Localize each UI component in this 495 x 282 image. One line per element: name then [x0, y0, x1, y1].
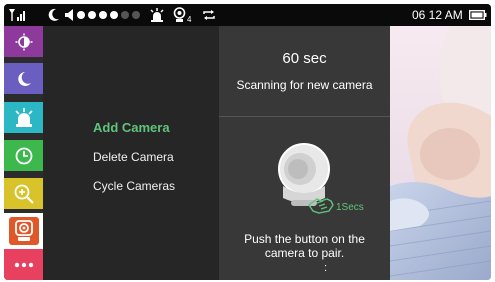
press-duration-label: 1Secs: [336, 202, 364, 213]
sidebar-item-camera[interactable]: [4, 213, 43, 249]
volume-level-dot: [132, 11, 140, 19]
alarm-icon: [149, 4, 165, 26]
pair-instruction-extra: :: [323, 262, 328, 274]
volume-icon: [65, 4, 75, 26]
sidebar-item-more[interactable]: [4, 249, 43, 280]
pair-instruction-line2: camera to pair.: [264, 246, 345, 260]
volume-level-dot: [77, 11, 85, 19]
alarm-icon: [14, 107, 33, 127]
brightness-icon: [15, 33, 32, 50]
hand-press-icon: [308, 198, 334, 214]
camera-count: 4: [187, 14, 192, 24]
more-icon: [14, 262, 33, 267]
repeat-icon: [202, 4, 216, 26]
sidebar-item-brightness[interactable]: [4, 26, 43, 57]
volume-level-dot: [88, 11, 96, 19]
camera-feed-image: [390, 26, 491, 280]
menu-item-delete-camera[interactable]: Delete Camera: [93, 150, 174, 164]
volume-level-dot: [110, 11, 118, 19]
clock-icon: [15, 147, 32, 164]
countdown-timer: 60 sec: [282, 50, 327, 67]
zoom-in-icon: [14, 184, 34, 204]
scan-status: Scanning for new camera: [236, 78, 373, 92]
moon-icon: [48, 4, 60, 26]
pair-instruction-line1: Push the button on the: [244, 232, 365, 246]
sidebar-item-timer[interactable]: [4, 140, 43, 171]
menu-item-cycle-cameras[interactable]: Cycle Cameras: [93, 179, 175, 193]
signal-icon: [8, 4, 26, 26]
volume-level-icon: [77, 4, 143, 26]
volume-level-dot: [121, 11, 129, 19]
volume-level-dot: [99, 11, 107, 19]
pairing-panel: 60 sec Scanning for new camera 1Secs Pus…: [219, 26, 390, 280]
camera-count-icon: 4: [173, 4, 191, 26]
battery-icon: [469, 4, 487, 26]
camera-menu: Add Camera Delete Camera Cycle Cameras: [43, 26, 219, 280]
status-bar: 4 06 12 AM: [4, 4, 491, 26]
camera-icon: [14, 220, 33, 241]
clock-time: 06 12 AM: [412, 8, 463, 22]
divider: [219, 116, 390, 117]
menu-item-add-camera[interactable]: Add Camera: [93, 120, 170, 135]
sidebar-item-zoom[interactable]: [4, 178, 43, 209]
screen: 4 06 12 AM Add Camera Delete Camera Cycl…: [4, 4, 491, 280]
sidebar: [4, 26, 43, 280]
sidebar-item-alarm[interactable]: [4, 102, 43, 133]
sidebar-item-lullaby[interactable]: [4, 63, 43, 94]
moon-music-icon: [17, 71, 31, 86]
